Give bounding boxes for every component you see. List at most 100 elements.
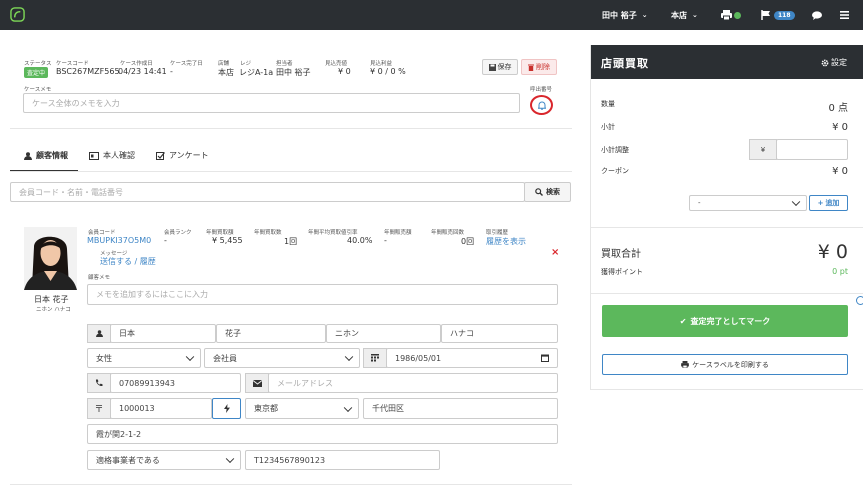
- id-card-icon: [89, 151, 99, 160]
- last-name-input[interactable]: 日本: [110, 324, 216, 343]
- sale-count: 0回: [461, 237, 475, 246]
- calendar-icon: [541, 354, 549, 362]
- buy-amount: ¥ 5,455: [212, 236, 243, 245]
- calendar-grid-icon: [371, 354, 379, 362]
- message-send-link[interactable]: 送信する: [100, 257, 132, 266]
- add-coupon-button[interactable]: + 追加: [809, 195, 848, 211]
- call-number-button[interactable]: [530, 95, 553, 115]
- menu-button[interactable]: [840, 0, 849, 30]
- message-history-link[interactable]: 履歴: [140, 257, 156, 266]
- address-input[interactable]: 霞が関2-1-2: [87, 424, 558, 444]
- settings-label: 設定: [831, 58, 847, 67]
- coupon-select-value: -: [689, 195, 807, 211]
- tab-identity-label: 本人確認: [103, 151, 135, 160]
- case-memo-input[interactable]: ケース全体のメモを入力: [23, 93, 520, 113]
- register-label: レジ: [240, 61, 252, 67]
- coupon-label: クーポン: [601, 167, 629, 175]
- city-input[interactable]: 千代田区: [363, 398, 558, 419]
- complete-assessment-label: 査定完了としてマーク: [690, 316, 771, 326]
- top-bar: 田中 裕子 ⌄ 本店 ⌄ 118: [0, 0, 863, 30]
- bell-icon: [537, 101, 546, 110]
- tab-customer[interactable]: 顧客情報: [24, 150, 68, 161]
- store-value: 本店: [218, 68, 234, 77]
- qty-value: 0 点: [828, 103, 848, 114]
- search-button[interactable]: 検索: [524, 182, 571, 202]
- email-addon: [245, 373, 269, 393]
- phone-input[interactable]: 07089913943: [110, 373, 241, 393]
- print-label-text: ケースラベルを印刷する: [692, 360, 769, 369]
- email-input[interactable]: メールアドレス: [268, 373, 558, 393]
- points-value: 0 pt: [832, 267, 848, 276]
- panel-title: 店頭買取: [601, 57, 649, 70]
- completed-label: ケース完了日: [170, 61, 203, 67]
- notifications[interactable]: 118: [761, 0, 795, 30]
- settings-button[interactable]: 設定: [821, 57, 847, 68]
- register-value: レジA-1a: [239, 68, 274, 77]
- gender-select[interactable]: 女性: [87, 348, 201, 368]
- app-logo-icon[interactable]: [10, 7, 25, 22]
- history-link[interactable]: 履歴を表示: [486, 236, 526, 247]
- message-separator: /: [134, 257, 138, 266]
- customer-name: 日本 花子: [34, 295, 69, 304]
- first-name-input[interactable]: 花子: [216, 324, 326, 343]
- phone-icon: [95, 379, 103, 387]
- notification-badge: 118: [774, 10, 795, 20]
- customer-photo: [24, 227, 77, 290]
- chat-icon: [812, 10, 822, 20]
- prefecture-select[interactable]: 東京都: [245, 398, 359, 419]
- side-handle-icon[interactable]: [856, 296, 863, 305]
- adjust-input[interactable]: [776, 139, 848, 160]
- tax-status-select[interactable]: 適格事業者である: [87, 450, 241, 470]
- delete-label: 削除: [536, 63, 550, 71]
- check-icon: ✔: [679, 316, 687, 326]
- lightning-icon: [223, 404, 230, 413]
- zip-lookup-button[interactable]: [212, 398, 241, 419]
- coupon-select[interactable]: -: [689, 195, 807, 211]
- save-button[interactable]: 保存: [482, 59, 518, 75]
- tab-survey[interactable]: アンケート: [156, 150, 209, 161]
- member-search-input[interactable]: 会員コード・名前・電話番号: [10, 182, 525, 202]
- completed-date: -: [170, 67, 173, 76]
- delete-button[interactable]: 削除: [521, 59, 557, 75]
- user-name: 田中 裕子: [602, 10, 637, 20]
- sale-amount: -: [384, 236, 387, 245]
- case-memo-label: ケースメモ: [24, 87, 52, 93]
- trash-icon: [528, 64, 534, 71]
- email-placeholder: メールアドレス: [277, 378, 333, 388]
- total-row: 買取合計 ¥ 0: [601, 241, 848, 263]
- print-label-button[interactable]: ケースラベルを印刷する: [602, 354, 848, 375]
- phone-addon: [87, 373, 111, 393]
- last-kana-input[interactable]: ニホン: [326, 324, 441, 343]
- occupation-value: 会社員: [204, 348, 360, 368]
- user-menu[interactable]: 田中 裕子 ⌄: [602, 0, 648, 30]
- occupation-select[interactable]: 会社員: [204, 348, 360, 368]
- complete-assessment-button[interactable]: ✔ 査定完了としてマーク: [602, 305, 848, 337]
- person-addon: [87, 324, 111, 343]
- buy-amount-label: 年間買取額: [206, 230, 234, 236]
- member-code-label: 会員コード: [88, 230, 116, 236]
- calendar-addon: [363, 348, 387, 368]
- remove-customer-icon[interactable]: ×: [551, 247, 559, 258]
- postal-addon: 〒: [87, 398, 111, 419]
- customer-memo-label: 顧客メモ: [88, 275, 111, 281]
- store-label: 店舗: [218, 61, 230, 67]
- member-rank-label: 会員ランク: [164, 230, 192, 236]
- customer-kana: ニホン ハナコ: [36, 307, 71, 313]
- qty-row: 数量 0 点: [601, 99, 848, 114]
- member-code[interactable]: MBUPKI37O5M0: [87, 236, 151, 245]
- zip-input[interactable]: 1000013: [110, 398, 212, 419]
- envelope-icon: [252, 379, 262, 387]
- tab-identity[interactable]: 本人確認: [89, 150, 135, 161]
- store-menu[interactable]: 本店 ⌄: [671, 0, 698, 30]
- birthday-input[interactable]: 1986/05/01: [386, 348, 558, 368]
- points-label: 獲得ポイント: [601, 268, 643, 276]
- tax-number-input[interactable]: T1234567890123: [245, 450, 440, 470]
- printer-icon: [681, 361, 690, 368]
- chat-button[interactable]: [812, 0, 822, 30]
- first-kana-input[interactable]: ハナコ: [441, 324, 558, 343]
- printer-status[interactable]: [721, 0, 741, 30]
- customer-memo-input[interactable]: メモを追加するにはここに入力: [87, 284, 558, 305]
- buy-count-label: 年間買取数: [254, 230, 282, 236]
- status-dot-icon: [734, 11, 741, 19]
- save-icon: [488, 63, 496, 71]
